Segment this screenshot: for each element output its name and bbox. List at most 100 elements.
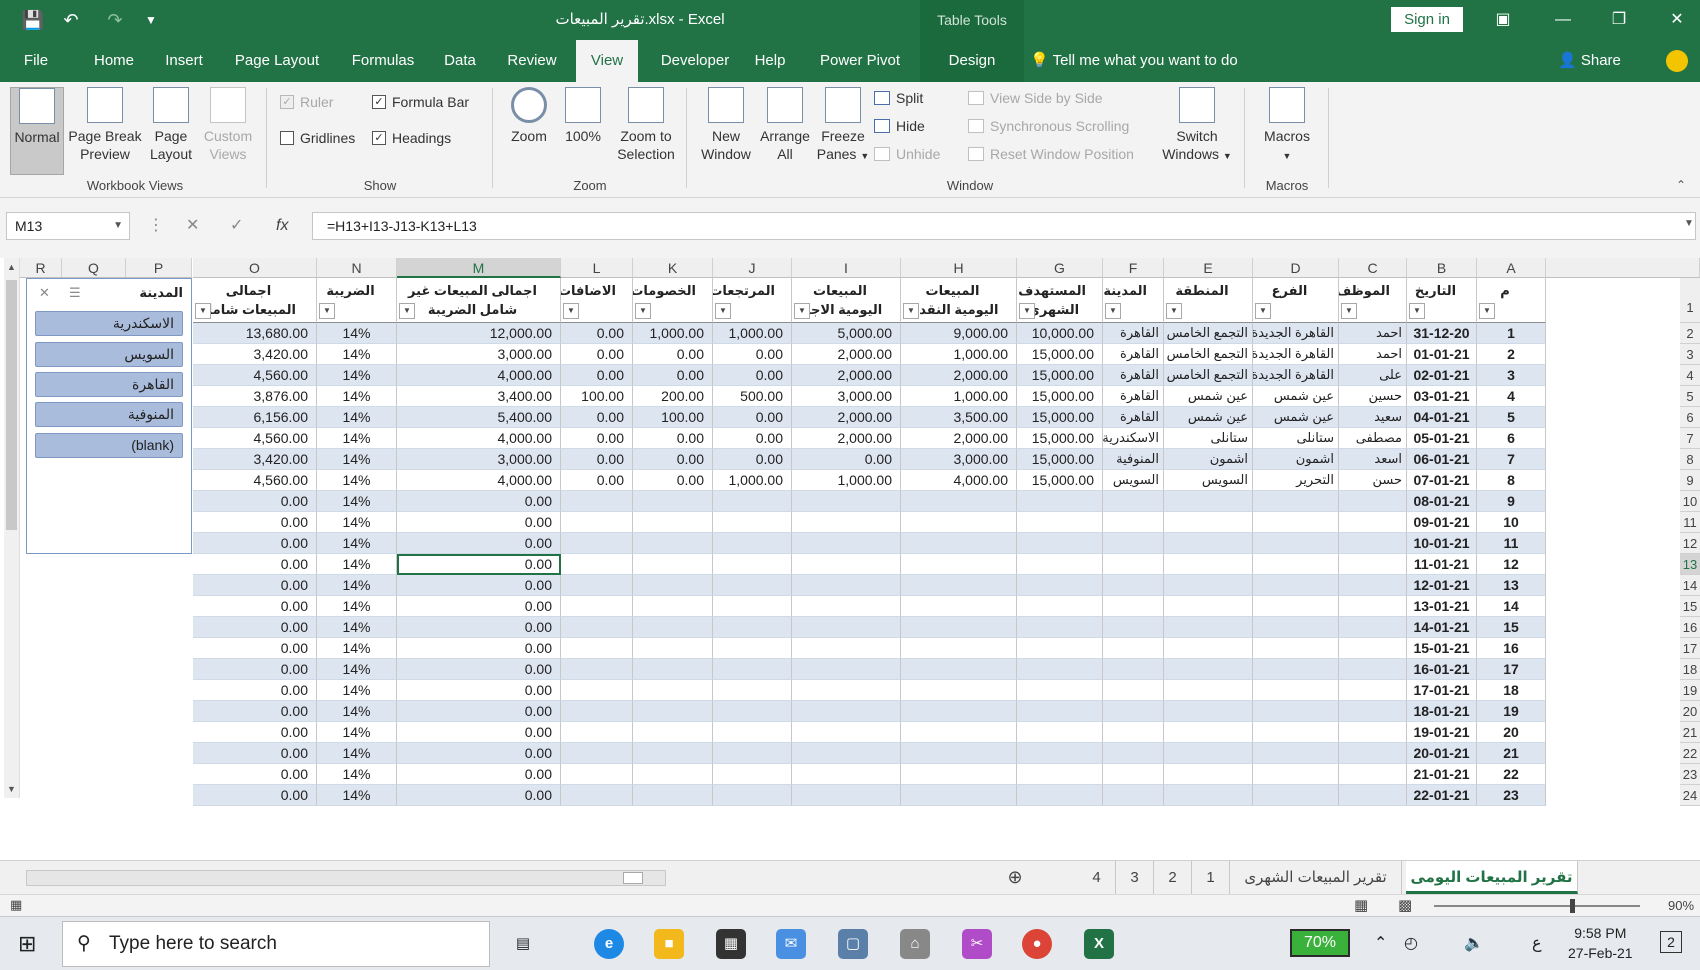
row-header-2[interactable]: 2 [1680, 323, 1700, 344]
cell-b[interactable]: 06-01-21 [1407, 449, 1477, 470]
cell-i[interactable] [792, 722, 901, 743]
restore-button[interactable]: ❐ [1596, 0, 1642, 40]
cell-o[interactable]: 0.00 [193, 722, 317, 743]
cell-a[interactable]: 13 [1477, 575, 1546, 596]
cell-a[interactable]: 14 [1477, 596, 1546, 617]
cell-g[interactable] [1017, 617, 1103, 638]
cell-i[interactable]: 2,000.00 [792, 407, 901, 428]
table-header-c[interactable]: الموظف ▼ [1339, 278, 1407, 323]
cell-l[interactable] [561, 533, 633, 554]
ruler-checkbox[interactable]: ✓ Ruler [280, 94, 333, 110]
tab-file[interactable]: File [14, 40, 58, 82]
cell-h[interactable]: 4,000.00 [901, 470, 1017, 491]
cell-l[interactable]: 0.00 [561, 407, 633, 428]
sign-in-button[interactable]: Sign in [1391, 7, 1463, 32]
cell-a[interactable]: 4 [1477, 386, 1546, 407]
cell-f[interactable] [1103, 638, 1164, 659]
cell-k[interactable] [633, 680, 713, 701]
filter-dropdown-icon[interactable]: ▼ [399, 303, 415, 319]
cell-d[interactable] [1253, 617, 1339, 638]
cell-l[interactable]: 0.00 [561, 365, 633, 386]
remote-desktop-icon[interactable]: ▢ [838, 929, 868, 959]
tab-power-pivot[interactable]: Power Pivot [814, 40, 906, 82]
cell-d[interactable]: القاهرة الجديدة [1253, 365, 1339, 386]
cell-a[interactable]: 7 [1477, 449, 1546, 470]
cell-a[interactable]: 22 [1477, 764, 1546, 785]
filter-dropdown-icon[interactable]: ▼ [903, 303, 919, 319]
cell-k[interactable] [633, 659, 713, 680]
cell-a[interactable]: 20 [1477, 722, 1546, 743]
cell-b[interactable]: 02-01-21 [1407, 365, 1477, 386]
cell-e[interactable]: التجمع الخامس [1164, 323, 1253, 344]
cell-f[interactable] [1103, 512, 1164, 533]
row-header-23[interactable]: 23 [1680, 764, 1700, 785]
filter-dropdown-icon[interactable]: ▼ [1255, 303, 1271, 319]
cell-g[interactable] [1017, 764, 1103, 785]
network-icon[interactable]: ◴ [1404, 933, 1418, 953]
cell-c[interactable]: سعيد [1339, 407, 1407, 428]
cell-o[interactable]: 0.00 [193, 743, 317, 764]
cell-m[interactable]: 0.00 [397, 638, 561, 659]
cell-o[interactable]: 0.00 [193, 680, 317, 701]
cell-l[interactable] [561, 554, 633, 575]
cell-a[interactable]: 21 [1477, 743, 1546, 764]
store-icon[interactable]: ▦ [716, 929, 746, 959]
cell-f[interactable] [1103, 701, 1164, 722]
column-header-c[interactable]: C [1339, 258, 1407, 278]
cell-l[interactable] [561, 491, 633, 512]
row-header-19[interactable]: 19 [1680, 680, 1700, 701]
cell-d[interactable] [1253, 533, 1339, 554]
feedback-smiley-icon[interactable] [1666, 50, 1688, 72]
cell-i[interactable] [792, 575, 901, 596]
column-header-d[interactable]: D [1253, 258, 1339, 278]
zoom-slider[interactable] [1434, 905, 1640, 907]
taskbar-search[interactable]: ⚲ Type here to search [62, 921, 490, 967]
synchronous-scrolling-button[interactable]: Synchronous Scrolling [968, 118, 1129, 134]
table-header-f[interactable]: المدينة ▼ [1103, 278, 1164, 323]
page-layout-view-button[interactable]: Page Layout [146, 87, 196, 163]
cell-c[interactable]: مصطفى [1339, 428, 1407, 449]
cell-n[interactable]: 14% [317, 449, 397, 470]
cell-l[interactable] [561, 575, 633, 596]
cell-j[interactable]: 0.00 [713, 428, 792, 449]
cell-h[interactable] [901, 596, 1017, 617]
tab-home[interactable]: Home [82, 40, 146, 82]
cell-a[interactable]: 8 [1477, 470, 1546, 491]
cell-c[interactable] [1339, 680, 1407, 701]
cell-g[interactable] [1017, 743, 1103, 764]
cell-k[interactable] [633, 701, 713, 722]
cell-g[interactable]: 15,000.00 [1017, 365, 1103, 386]
tab-formulas[interactable]: Formulas [344, 40, 422, 82]
cell-c[interactable] [1339, 533, 1407, 554]
cell-k[interactable] [633, 596, 713, 617]
table-header-o[interactable]: اجمالى المبيعات شامل الضريبة▼ [193, 278, 317, 323]
scroll-thumb[interactable] [6, 280, 17, 530]
cell-k[interactable]: 0.00 [633, 449, 713, 470]
cell-o[interactable]: 6,156.00 [193, 407, 317, 428]
slicer-item-suez[interactable]: السويس [35, 342, 183, 367]
split-button[interactable]: Split [874, 90, 923, 106]
cell-m[interactable]: 0.00 [397, 764, 561, 785]
share-button[interactable]: 👤 Share [1558, 40, 1621, 82]
cell-b[interactable]: 20-01-21 [1407, 743, 1477, 764]
cell-g[interactable] [1017, 491, 1103, 512]
cell-l[interactable]: 100.00 [561, 386, 633, 407]
city-slicer[interactable]: ✕ ☰ المدينة الاسكندرية السويس القاهرة ال… [26, 278, 192, 554]
cell-e[interactable] [1164, 617, 1253, 638]
cell-i[interactable] [792, 743, 901, 764]
column-header-h[interactable]: H [901, 258, 1017, 278]
cell-j[interactable] [713, 512, 792, 533]
cell-f[interactable] [1103, 596, 1164, 617]
cell-h[interactable] [901, 743, 1017, 764]
cell-l[interactable] [561, 659, 633, 680]
expand-formula-bar-icon[interactable]: ▼ [1684, 218, 1694, 229]
cell-d[interactable] [1253, 743, 1339, 764]
cell-i[interactable] [792, 659, 901, 680]
cell-g[interactable] [1017, 659, 1103, 680]
cell-g[interactable] [1017, 638, 1103, 659]
sheet-tab-4[interactable]: 4 [1078, 861, 1116, 894]
cell-h[interactable]: 3,500.00 [901, 407, 1017, 428]
cell-e[interactable] [1164, 638, 1253, 659]
cell-c[interactable]: حسين [1339, 386, 1407, 407]
cell-f[interactable]: القاهرة [1103, 365, 1164, 386]
